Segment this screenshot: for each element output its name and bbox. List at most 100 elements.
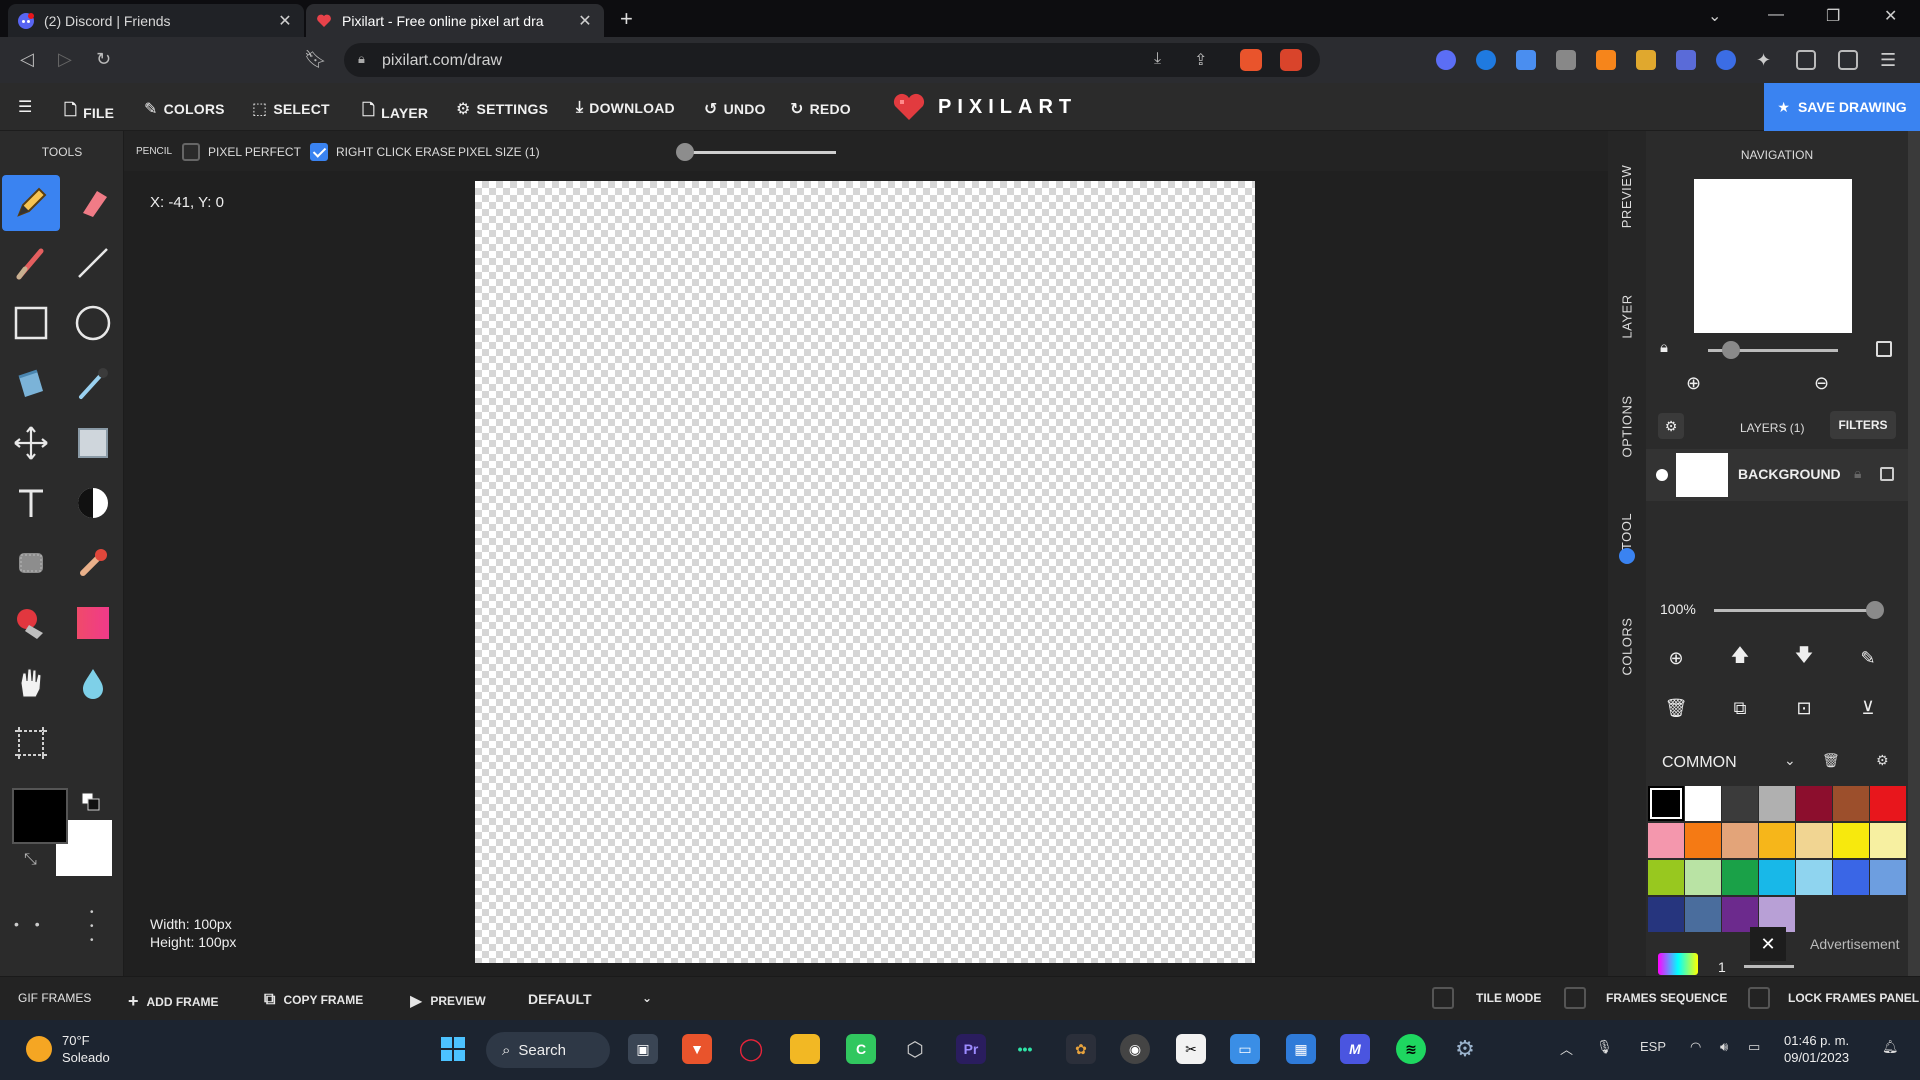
drawing-canvas[interactable] [475, 181, 1255, 963]
palette-slider[interactable] [1744, 965, 1794, 968]
extension-icon[interactable] [1476, 50, 1496, 70]
palette-color-swatch[interactable] [1685, 897, 1721, 932]
opacity-slider[interactable] [1714, 601, 1884, 619]
navigation-preview[interactable] [1694, 179, 1852, 333]
app-icon[interactable]: ▭ [1230, 1034, 1260, 1064]
tab-layer[interactable]: LAYER [1608, 271, 1646, 361]
palette-color-swatch[interactable] [1870, 823, 1906, 858]
metamask-extension-icon[interactable] [1596, 50, 1616, 70]
palette-color-swatch[interactable] [1796, 786, 1832, 821]
zoom-slider[interactable] [1708, 341, 1838, 359]
palette-color-swatch[interactable] [1685, 860, 1721, 895]
palette-color-swatch[interactable] [1833, 823, 1869, 858]
filters-button[interactable]: FILTERS [1830, 411, 1896, 439]
show-hidden-icons[interactable]: ︿ [1560, 1039, 1573, 1058]
select-tool[interactable] [64, 415, 122, 471]
layer-lock-icon[interactable]: 🔒︎ [1854, 465, 1861, 482]
reload-button[interactable]: ↻ [96, 49, 111, 70]
translate-extension-icon[interactable] [1516, 50, 1536, 70]
hand-tool[interactable] [2, 655, 60, 711]
rectangle-tool[interactable] [2, 295, 60, 351]
move-layer-down-icon[interactable]: 🡇 [1788, 642, 1820, 674]
preview-button[interactable]: ▶ PREVIEW [410, 991, 486, 1011]
primary-color-swatch[interactable] [12, 788, 68, 844]
share-icon[interactable]: ⇪ [1194, 50, 1207, 70]
menu-icon[interactable]: ☰ [1880, 50, 1900, 70]
layer-item[interactable]: BACKGROUND 🔒︎ [1646, 449, 1908, 501]
tab-preview[interactable]: PREVIEW [1608, 141, 1646, 251]
weather-widget[interactable]: 70°F Soleado [26, 1032, 110, 1066]
edit-layer-icon[interactable]: ✎ [1852, 642, 1884, 674]
app-icon[interactable]: ••• [1010, 1034, 1040, 1064]
app-icon[interactable]: C [846, 1034, 876, 1064]
bookmark-icon[interactable]: 🔖︎ [304, 49, 327, 70]
add-layer-icon[interactable]: ⊕ [1660, 642, 1692, 674]
menu-layer[interactable]: 🗋︎ LAYER [362, 99, 428, 126]
delete-layer-icon[interactable]: 🗑︎ [1660, 692, 1692, 724]
extension-icon[interactable] [1676, 50, 1696, 70]
address-bar[interactable]: 🔒︎ pixilart.com/draw ⤓ ⇪ [344, 43, 1320, 77]
clock[interactable]: 01:46 p. m. 09/01/2023 [1784, 1032, 1849, 1066]
eyedropper-tool[interactable] [64, 355, 122, 411]
extensions-puzzle-icon[interactable]: ✦ [1756, 50, 1776, 70]
chevron-down-icon[interactable]: ⌄ [1784, 752, 1796, 769]
copy-frame-button[interactable]: ⧉ COPY FRAME [264, 991, 363, 1009]
palette-color-swatch[interactable] [1796, 860, 1832, 895]
brush-tool[interactable] [2, 235, 60, 291]
taskbar-search[interactable]: ⌕ Search [486, 1032, 610, 1068]
layer-select-icon[interactable] [1880, 467, 1894, 481]
blur-tool[interactable] [64, 655, 122, 711]
lock-frames-panel-checkbox[interactable] [1748, 987, 1770, 1009]
add-frame-button[interactable]: + ADD FRAME [128, 991, 219, 1012]
back-button[interactable]: ◁ [20, 49, 34, 70]
spray-tool[interactable] [2, 535, 60, 591]
slider-knob[interactable] [1866, 601, 1884, 619]
pixel-perfect-checkbox[interactable] [182, 143, 200, 161]
slider-knob[interactable] [1722, 341, 1740, 359]
wallet-icon[interactable] [1838, 50, 1858, 70]
stamp-tool[interactable] [64, 535, 122, 591]
line-tool[interactable] [64, 235, 122, 291]
palette-color-swatch[interactable] [1833, 860, 1869, 895]
windows-start-icon[interactable] [438, 1034, 468, 1064]
close-window-button[interactable]: ✕ [1884, 6, 1897, 26]
opera-icon[interactable]: ◯ [736, 1034, 766, 1064]
palette-color-swatch[interactable] [1759, 786, 1795, 821]
layer-visibility-icon[interactable] [1656, 469, 1668, 481]
palette-editor-icon[interactable] [1658, 953, 1698, 975]
close-tab-icon[interactable]: ✕ [576, 11, 594, 31]
palette-color-swatch[interactable] [1722, 823, 1758, 858]
fit-screen-icon[interactable] [1876, 341, 1892, 357]
app-icon[interactable]: ◉ [1120, 1034, 1150, 1064]
palette-color-swatch[interactable] [1796, 823, 1832, 858]
tab-colors[interactable]: COLORS [1608, 591, 1646, 701]
hamburger-menu-icon[interactable]: ☰ [18, 97, 33, 117]
menu-download[interactable]: ⤓ DOWNLOAD [576, 99, 675, 117]
extension-icon[interactable] [1636, 50, 1656, 70]
circle-tool[interactable] [64, 295, 122, 351]
palette-color-swatch[interactable] [1648, 823, 1684, 858]
undo-button[interactable]: ↺ UNDO [704, 99, 766, 119]
crop-tool[interactable] [2, 715, 60, 771]
save-drawing-button[interactable]: ★ SAVE DRAWING [1764, 83, 1920, 131]
pixilart-logo[interactable]: PIXILART [892, 93, 1077, 121]
new-tab-button[interactable]: + [620, 6, 633, 32]
extension-icon[interactable] [1716, 50, 1736, 70]
settings-icon[interactable]: ⚙ [1450, 1034, 1480, 1064]
merge-down-icon[interactable]: ⊻ [1852, 692, 1884, 724]
palette-color-swatch[interactable] [1685, 823, 1721, 858]
redo-button[interactable]: ↻ REDO [790, 99, 851, 119]
store-icon[interactable]: ▦ [1286, 1034, 1316, 1064]
dither-tool[interactable] [64, 475, 122, 531]
move-tool[interactable] [2, 415, 60, 471]
close-ad-button[interactable]: ✕ [1750, 927, 1786, 961]
lock-icon[interactable]: 🔒︎ [1660, 339, 1668, 356]
palette-color-swatch[interactable] [1685, 786, 1721, 821]
zoom-in-icon[interactable]: ⊕ [1686, 373, 1701, 394]
speed-select[interactable]: DEFAULT [528, 991, 592, 1007]
capcut-icon[interactable]: ✂ [1176, 1034, 1206, 1064]
pixel-perfect-option[interactable]: PIXEL PERFECT [182, 143, 301, 161]
palette-select[interactable]: COMMON [1662, 754, 1737, 772]
tab-options[interactable]: OPTIONS [1608, 371, 1646, 481]
palette-color-swatch[interactable] [1722, 860, 1758, 895]
